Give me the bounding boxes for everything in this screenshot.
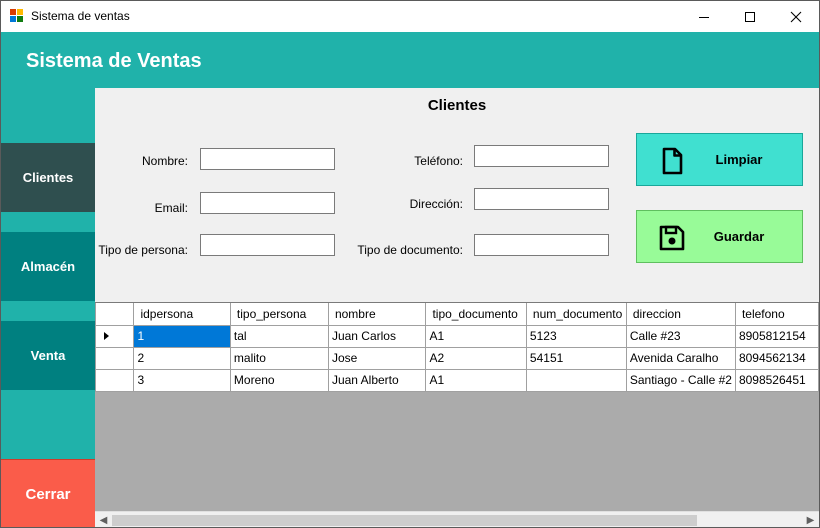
title-bar: Sistema de ventas <box>1 1 819 32</box>
table-cell[interactable]: 54151 <box>525 346 627 370</box>
tipo-persona-field[interactable] <box>200 234 335 256</box>
tipo-documento-field[interactable] <box>474 234 609 256</box>
maximize-icon <box>745 11 755 22</box>
scroll-left-icon[interactable]: ◀ <box>95 512 112 527</box>
telefono-field[interactable] <box>474 145 609 167</box>
cerrar-button[interactable]: Cerrar <box>1 459 95 527</box>
sidebar-item-label: Clientes <box>22 170 74 185</box>
client-form: Clientes Nombre: Email: Tipo de persona:… <box>95 88 819 302</box>
clients-grid[interactable]: idpersona tipo_persona nombre tipo_docum… <box>95 302 819 527</box>
row-header-current[interactable] <box>95 324 135 348</box>
minimize-icon <box>699 16 709 18</box>
table-cell[interactable]: Jose <box>327 346 427 370</box>
row-header[interactable] <box>95 368 135 392</box>
tipo-documento-label: Tipo de documento: <box>357 243 463 257</box>
horizontal-scrollbar[interactable]: ◀ ▶ <box>95 511 819 527</box>
row-header[interactable] <box>95 346 135 370</box>
table-cell[interactable]: malito <box>229 346 329 370</box>
close-button[interactable] <box>773 1 819 32</box>
sidebar-item-venta[interactable]: Venta <box>1 321 95 390</box>
table-cell[interactable]: 8905812154 <box>734 324 819 348</box>
table-cell[interactable]: Moreno <box>229 368 329 392</box>
document-icon <box>662 147 683 175</box>
table-cell[interactable]: 2 <box>133 346 231 370</box>
table-cell[interactable] <box>525 368 627 392</box>
table-cell[interactable]: A2 <box>425 346 527 370</box>
tipo-persona-label: Tipo de persona: <box>98 243 188 257</box>
table-cell[interactable]: Juan Alberto <box>327 368 427 392</box>
email-label: Email: <box>154 201 188 215</box>
direccion-label: Dirección: <box>409 197 463 211</box>
table-cell[interactable]: 8094562134 <box>734 346 819 370</box>
scrollbar-thumb[interactable] <box>112 515 697 526</box>
direccion-field[interactable] <box>474 188 609 210</box>
table-header-row: idpersona tipo_persona nombre tipo_docum… <box>95 303 819 326</box>
guardar-label: Guardar <box>713 229 765 244</box>
table-cell[interactable]: 8098526451 <box>734 368 819 392</box>
app-window: Sistema de ventas Sistema de Ventas Clie… <box>0 0 820 528</box>
table-cell[interactable]: Calle #23 <box>625 324 736 348</box>
telefono-label: Teléfono: <box>414 154 463 168</box>
column-header[interactable]: direccion <box>625 303 736 326</box>
table-cell[interactable]: tal <box>229 324 329 348</box>
scroll-right-icon[interactable]: ▶ <box>802 512 819 527</box>
column-header[interactable]: idpersona <box>133 303 231 326</box>
column-header[interactable]: tipo_persona <box>229 303 329 326</box>
save-icon <box>659 225 685 251</box>
column-header[interactable]: num_documento <box>525 303 627 326</box>
sidebar-item-clientes[interactable]: Clientes <box>1 143 95 212</box>
row-header-corner <box>95 303 135 326</box>
limpiar-button[interactable]: Limpiar <box>636 133 803 186</box>
table-cell[interactable]: A1 <box>425 324 527 348</box>
maximize-button[interactable] <box>727 1 773 32</box>
app-header: Sistema de Ventas <box>1 32 819 88</box>
app-title: Sistema de Ventas <box>26 50 202 72</box>
table-cell[interactable]: Santiago - Calle #2 <box>625 368 736 392</box>
current-row-arrow-icon <box>104 332 109 340</box>
window-title: Sistema de ventas <box>31 9 130 23</box>
app-icon <box>10 9 24 23</box>
nombre-label: Nombre: <box>141 154 188 168</box>
column-header[interactable]: nombre <box>327 303 427 326</box>
table-cell[interactable]: 3 <box>133 368 231 392</box>
sidebar-item-almacen[interactable]: Almacén <box>1 232 95 301</box>
table-row[interactable]: 2 malito Jose A2 54151 Avenida Caralho 8… <box>95 346 819 370</box>
guardar-button[interactable]: Guardar <box>636 210 803 263</box>
close-icon <box>790 11 802 22</box>
limpiar-label: Limpiar <box>715 152 763 167</box>
table-cell[interactable]: 1 <box>133 324 231 348</box>
sidebar-item-label: Venta <box>30 348 66 363</box>
form-title: Clientes <box>427 97 487 114</box>
table-cell[interactable]: Avenida Caralho <box>625 346 736 370</box>
table-cell[interactable]: Juan Carlos <box>327 324 427 348</box>
email-field[interactable] <box>200 192 335 214</box>
table-row[interactable]: 1 tal Juan Carlos A1 5123 Calle #23 8905… <box>95 324 819 348</box>
sidebar: Clientes Almacén Venta Cerrar <box>1 88 95 527</box>
nombre-field[interactable] <box>200 148 335 170</box>
minimize-button[interactable] <box>681 1 727 32</box>
column-header[interactable]: tipo_documento <box>425 303 527 326</box>
table-cell[interactable]: A1 <box>425 368 527 392</box>
table-cell[interactable]: 5123 <box>525 324 627 348</box>
clients-table: idpersona tipo_persona nombre tipo_docum… <box>95 303 819 392</box>
column-header[interactable]: telefono <box>734 303 819 326</box>
table-row[interactable]: 3 Moreno Juan Alberto A1 Santiago - Call… <box>95 368 819 392</box>
cerrar-label: Cerrar <box>25 485 71 503</box>
sidebar-item-label: Almacén <box>20 259 76 274</box>
